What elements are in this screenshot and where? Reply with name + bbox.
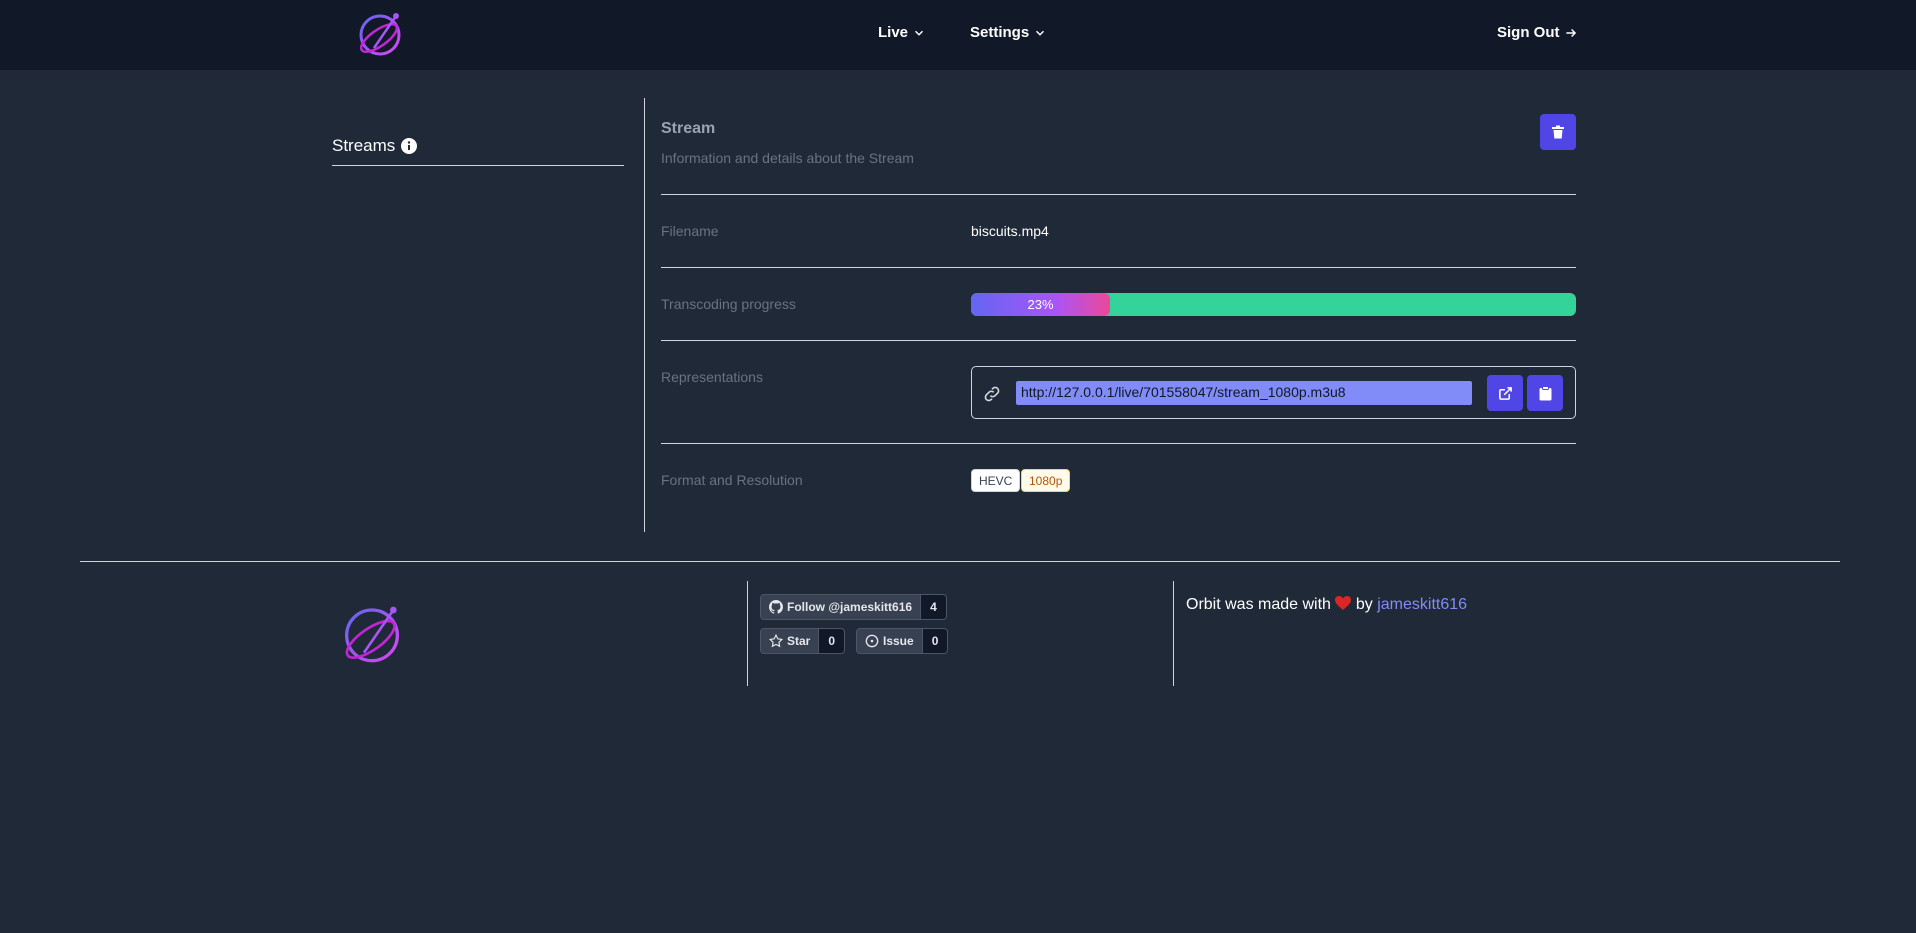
- trash-icon: [1552, 125, 1564, 139]
- github-issue-label: Issue: [883, 634, 914, 648]
- nav-live[interactable]: Live: [878, 24, 926, 41]
- divider: [661, 267, 1576, 268]
- chevron-down-icon: [915, 30, 924, 36]
- sign-out-button[interactable]: Sign Out: [1497, 24, 1578, 41]
- github-star-count[interactable]: 0: [819, 628, 846, 654]
- arrow-right-icon: [1565, 28, 1576, 37]
- github-icon: [769, 600, 783, 614]
- content-divider: [644, 98, 645, 532]
- credit-author-link[interactable]: jameskitt616: [1377, 596, 1467, 613]
- header-logo[interactable]: [356, 10, 404, 63]
- credit-by: by: [1355, 596, 1373, 613]
- clipboard-icon: [1539, 385, 1551, 400]
- open-representation-button[interactable]: [1487, 375, 1523, 411]
- github-issue-button[interactable]: Issue 0: [856, 628, 949, 654]
- nav-settings-label: Settings: [970, 24, 1030, 41]
- delete-stream-button[interactable]: [1540, 114, 1576, 150]
- sign-out-label: Sign Out: [1497, 24, 1560, 41]
- github-follow-main[interactable]: Follow @jameskitt616: [760, 594, 922, 620]
- nav-live-label: Live: [878, 24, 909, 41]
- footer-credit: Orbit was made with by jameskitt616: [1186, 596, 1467, 614]
- representation-url[interactable]: http://127.0.0.1/live/701558047/stream_1…: [1016, 381, 1472, 405]
- divider: [661, 340, 1576, 341]
- representation-item: http://127.0.0.1/live/701558047/stream_1…: [971, 366, 1576, 419]
- credit-prefix: Orbit was made with: [1186, 596, 1331, 613]
- format-resolution-label: Format and Resolution: [661, 472, 803, 488]
- divider: [661, 194, 1576, 195]
- github-star-label: Star: [787, 634, 811, 648]
- filename-label: Filename: [661, 223, 719, 239]
- representations-label: Representations: [661, 369, 763, 385]
- external-link-icon: [1498, 386, 1512, 400]
- orbit-logo-icon: [359, 13, 401, 56]
- footer-column-divider: [747, 581, 748, 686]
- transcoding-progress-bar: 23%: [971, 293, 1576, 316]
- footer-logo: [340, 602, 404, 671]
- link-icon: [984, 386, 1000, 402]
- filename-value: biscuits.mp4: [971, 223, 1049, 239]
- github-follow-label: Follow @jameskitt616: [787, 600, 913, 614]
- info-icon[interactable]: [401, 138, 418, 154]
- github-follow-count[interactable]: 4: [921, 594, 947, 620]
- stream-title: Stream: [661, 120, 716, 137]
- stream-subtitle: Information and details about the Stream: [661, 150, 914, 166]
- github-star-button[interactable]: Star 0: [760, 628, 846, 654]
- issue-icon: [865, 634, 879, 648]
- top-navbar: Live Settings Sign Out: [0, 0, 1916, 70]
- heart-icon: [1335, 596, 1352, 610]
- format-badge: HEVC: [971, 469, 1021, 492]
- copy-representation-button[interactable]: [1527, 375, 1563, 411]
- github-issue-main[interactable]: Issue: [856, 628, 923, 654]
- sidebar-title-label: Streams: [332, 136, 396, 155]
- sidebar-divider: [332, 165, 624, 166]
- chevron-down-icon: [1036, 30, 1045, 36]
- footer-divider: [80, 561, 1840, 562]
- footer-column-divider: [1173, 581, 1174, 686]
- nav-settings[interactable]: Settings: [970, 24, 1047, 41]
- star-icon: [769, 634, 783, 648]
- transcoding-progress-label: Transcoding progress: [661, 296, 796, 312]
- github-issue-count[interactable]: 0: [922, 628, 949, 654]
- progress-text: 23%: [1027, 297, 1054, 312]
- sidebar-streams-heading[interactable]: Streams: [332, 136, 418, 156]
- resolution-badge: 1080p: [1021, 469, 1071, 492]
- divider: [661, 443, 1576, 444]
- orbit-logo-icon: [345, 606, 399, 663]
- github-star-main[interactable]: Star: [760, 628, 820, 654]
- github-follow-button[interactable]: Follow @jameskitt616 4: [760, 594, 947, 620]
- progress-fill: 23%: [971, 293, 1111, 316]
